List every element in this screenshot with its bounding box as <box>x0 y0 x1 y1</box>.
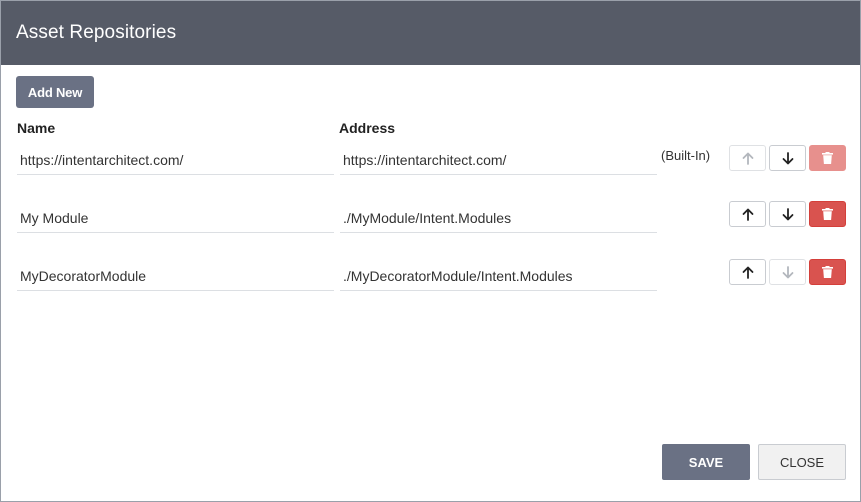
move-up-button[interactable] <box>729 145 766 171</box>
arrow-down-icon <box>782 265 793 278</box>
move-up-button[interactable] <box>729 201 766 227</box>
delete-button[interactable] <box>809 201 846 227</box>
repository-row <box>1 259 861 301</box>
trash-icon <box>822 266 833 278</box>
save-button[interactable]: SAVE <box>662 444 750 480</box>
move-down-button[interactable] <box>769 201 806 227</box>
repository-name-input[interactable] <box>17 261 334 291</box>
dialog-header: Asset Repositories <box>1 1 860 65</box>
arrow-up-icon <box>742 208 753 221</box>
close-button[interactable]: CLOSE <box>758 444 846 480</box>
asset-repositories-dialog: Asset Repositories Add New Name Address … <box>0 0 861 502</box>
delete-button[interactable] <box>809 145 846 171</box>
move-down-button[interactable] <box>769 259 806 285</box>
arrow-up-icon <box>742 266 753 279</box>
repository-name-input[interactable] <box>17 203 334 233</box>
add-new-button[interactable]: Add New <box>16 76 94 108</box>
trash-icon <box>822 152 833 164</box>
repository-address-input[interactable] <box>340 203 657 233</box>
delete-button[interactable] <box>809 259 846 285</box>
name-column-header: Name <box>17 120 56 136</box>
repository-address-input[interactable] <box>340 145 657 175</box>
dialog-title: Asset Repositories <box>16 22 177 43</box>
built-in-label: (Built-In) <box>661 148 711 163</box>
repository-address-input[interactable] <box>340 261 657 291</box>
move-down-button[interactable] <box>769 145 806 171</box>
arrow-down-icon <box>782 207 793 220</box>
repository-name-input[interactable] <box>17 145 334 175</box>
arrow-up-icon <box>742 152 753 165</box>
move-up-button[interactable] <box>729 259 766 285</box>
repository-row: (Built-In) <box>1 145 861 185</box>
trash-icon <box>822 208 833 220</box>
arrow-down-icon <box>782 151 793 164</box>
address-column-header: Address <box>339 120 396 136</box>
repository-row <box>1 201 861 243</box>
